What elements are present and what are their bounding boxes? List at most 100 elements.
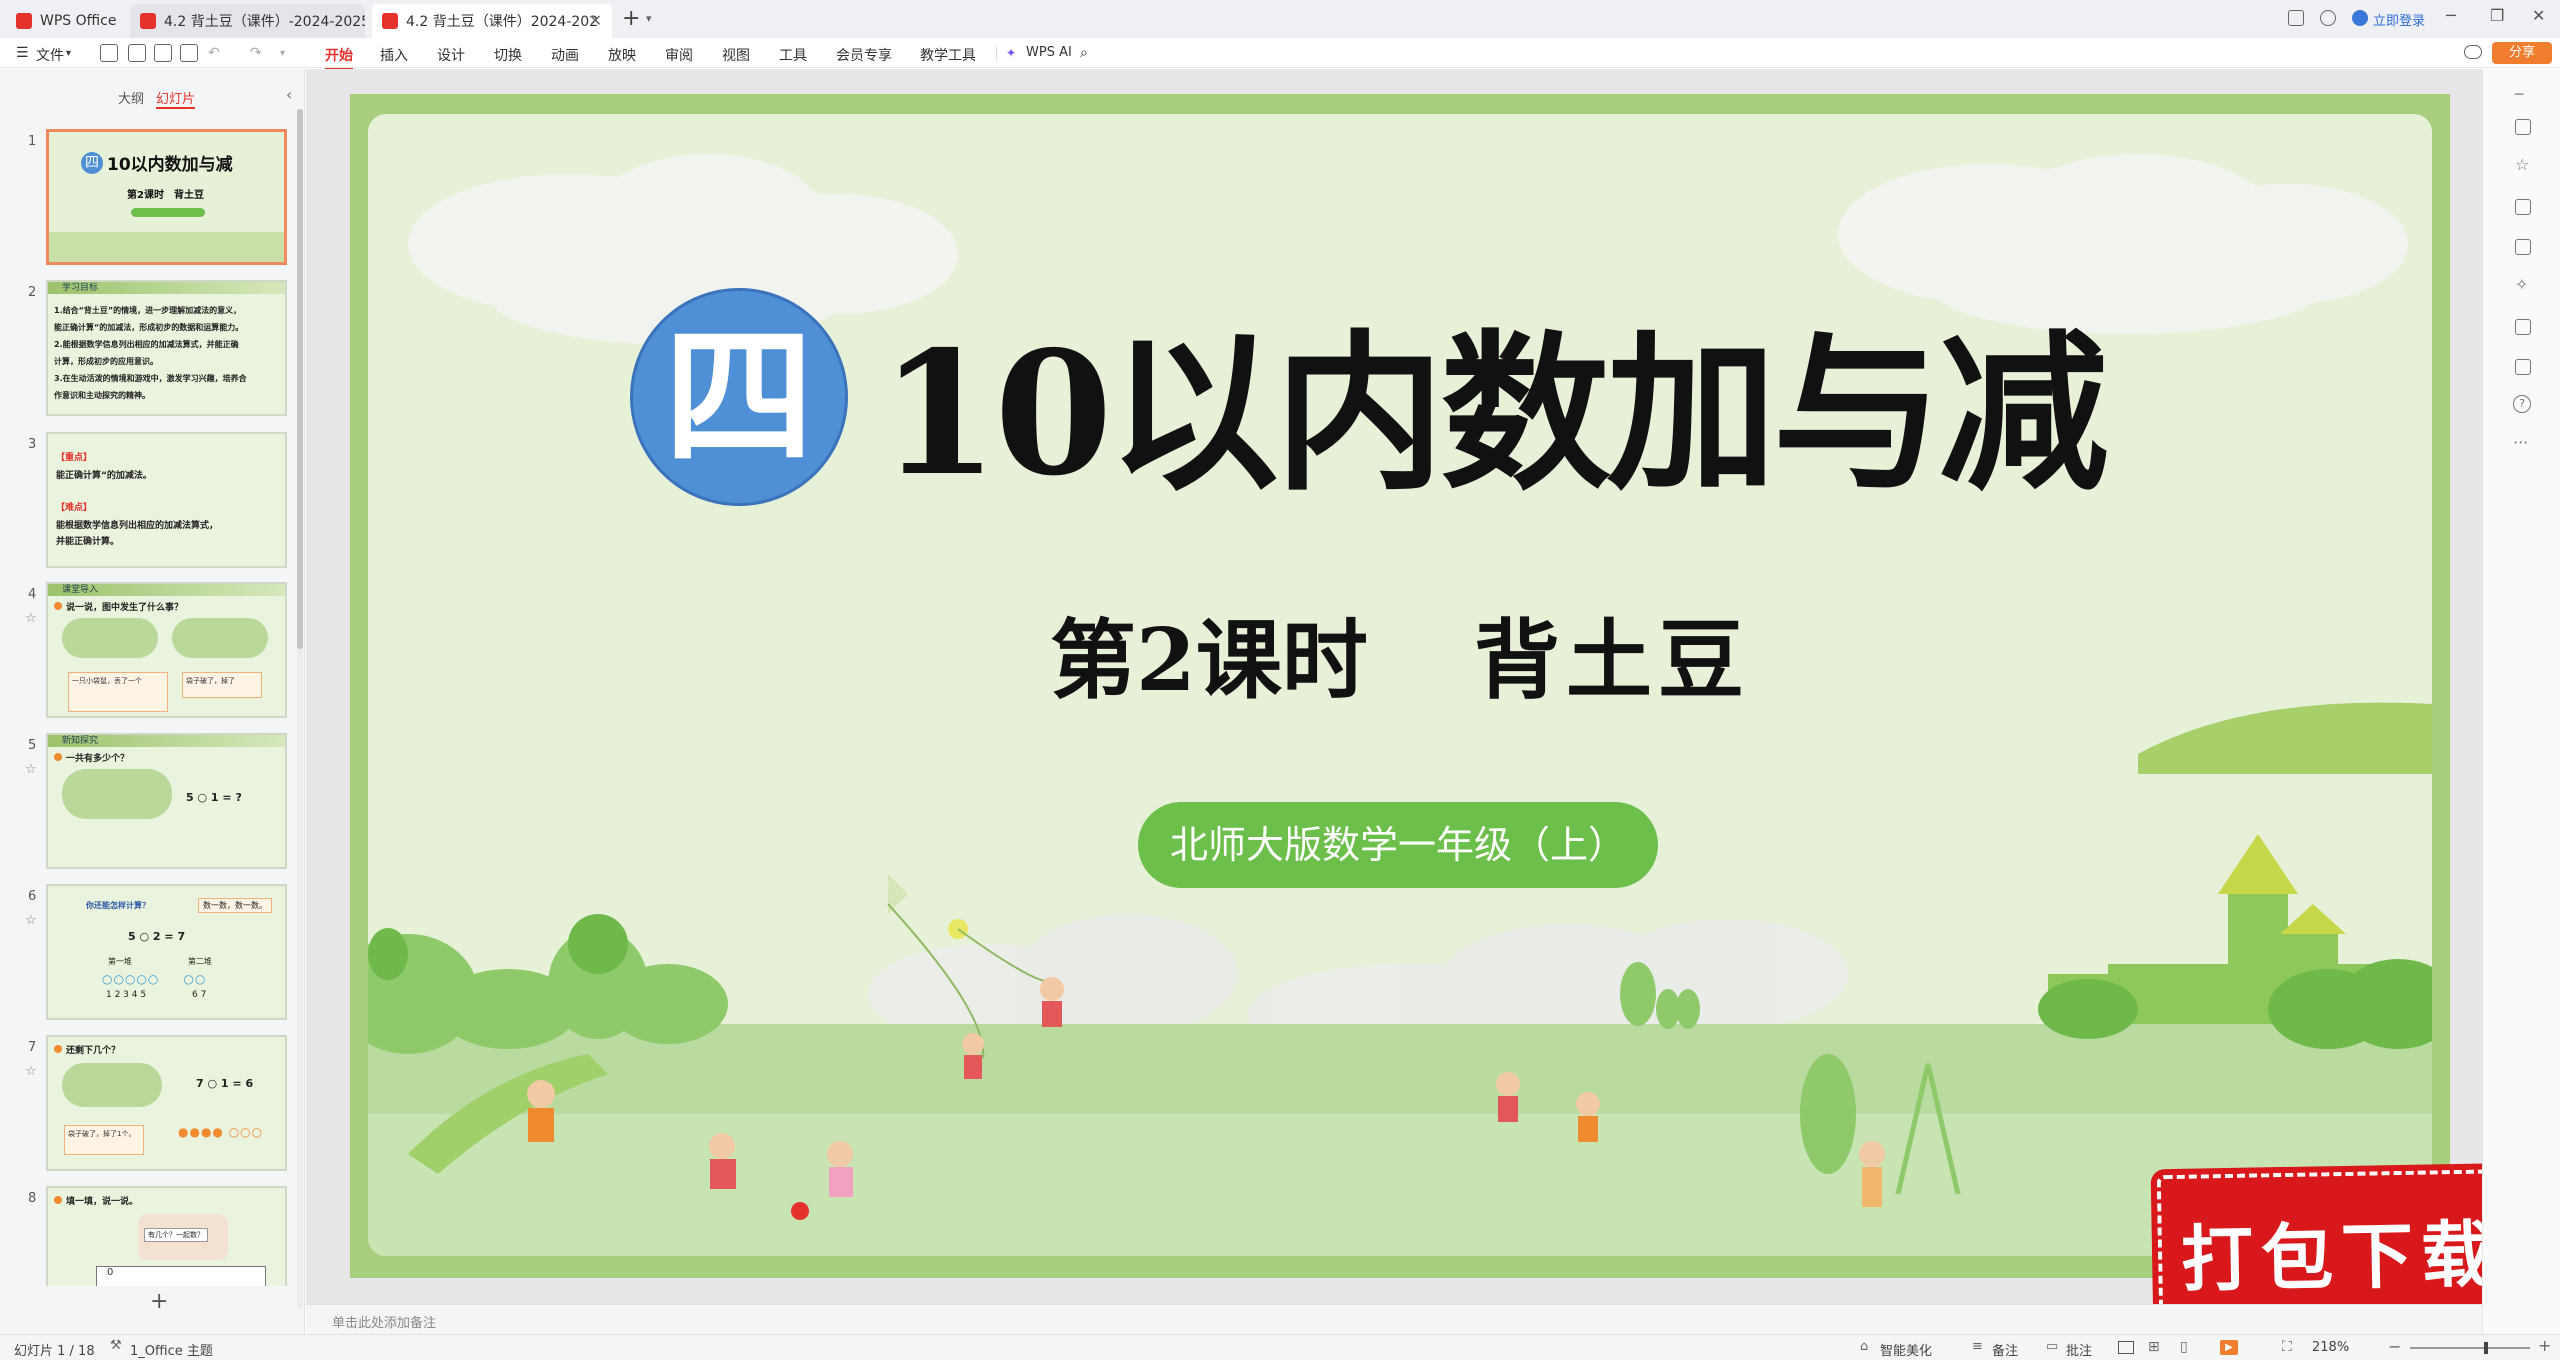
comments-button[interactable]: 批注 bbox=[2066, 1340, 2092, 1359]
menu-transition[interactable]: 切换 bbox=[494, 45, 522, 65]
star-icon[interactable]: ☆ bbox=[25, 762, 37, 777]
slide-thumbnail-1[interactable]: 四 10以内数加与减 第2课时 背土豆 bbox=[46, 129, 287, 265]
normal-view-icon[interactable] bbox=[2118, 1341, 2134, 1354]
play-icon[interactable]: ▶ bbox=[2220, 1340, 2238, 1355]
smart-beautify-button[interactable]: 智能美化 bbox=[1880, 1340, 1932, 1359]
export-icon[interactable] bbox=[128, 44, 146, 62]
menu-insert[interactable]: 插入 bbox=[380, 45, 408, 65]
add-slide-icon[interactable]: + bbox=[150, 1289, 168, 1314]
tab-label: WPS Office bbox=[40, 13, 117, 29]
star-icon[interactable]: ☆ bbox=[25, 1064, 37, 1079]
chevron-down-icon[interactable]: ▾ bbox=[646, 12, 652, 25]
slide-thumbnail-4[interactable]: 课堂导入 说一说，图中发生了什么事？ 一只小袋鼠，丢了一个 袋子破了，掉了 bbox=[46, 582, 287, 718]
file-menu[interactable]: 文件 bbox=[36, 45, 64, 65]
slide-number: 8 bbox=[28, 1191, 37, 1206]
zoom-out-icon[interactable]: − bbox=[2388, 1337, 2401, 1356]
slide-thumbnail-8[interactable]: 填一填，说一说。 有几个？一起数？ 0 bbox=[46, 1186, 287, 1286]
save-icon[interactable] bbox=[100, 44, 118, 62]
slide-thumbnail-7[interactable]: 还剩下几个？ 7 ○ 1 = 6 袋子破了，掉了1个。 ●●●● ○○○ bbox=[46, 1035, 287, 1171]
thumb-header: 新知探究 bbox=[48, 735, 285, 747]
minimize-icon[interactable]: ─ bbox=[2446, 6, 2456, 25]
star-icon[interactable]: ☆ bbox=[25, 611, 37, 626]
cube-icon[interactable] bbox=[2320, 10, 2336, 26]
star-icon[interactable]: ☆ bbox=[2515, 155, 2529, 174]
slide-number: 7 bbox=[28, 1040, 37, 1055]
thumbnail-scrollbar[interactable] bbox=[297, 109, 303, 1309]
close-window-icon[interactable]: ✕ bbox=[2532, 6, 2545, 25]
slide-thumbnail-2[interactable]: 学习目标 1.结合“背土豆”的情境，进一步理解加减法的意义， 能正确计算“的加减… bbox=[46, 280, 287, 416]
reading-view-icon[interactable]: ▯ bbox=[2180, 1339, 2188, 1355]
thumb-numbers: 6 7 bbox=[192, 990, 207, 1000]
menu-design[interactable]: 设计 bbox=[437, 45, 465, 65]
menu-animation[interactable]: 动画 bbox=[551, 45, 579, 65]
menu-member[interactable]: 会员专享 bbox=[836, 45, 892, 65]
bullet-icon bbox=[54, 1196, 62, 1204]
layout-icon[interactable] bbox=[2288, 10, 2304, 26]
menu-review[interactable]: 审阅 bbox=[665, 45, 693, 65]
slide-frame[interactable]: 四 10以内数加与减 第2课时 背土豆 北师大版数学一年级（上） bbox=[350, 94, 2450, 1278]
print-icon[interactable] bbox=[154, 44, 172, 62]
zoom-slider[interactable] bbox=[2410, 1342, 2530, 1354]
tab-document-active[interactable]: 4.2 背土豆（课件）2024-202 ✕ bbox=[372, 4, 612, 38]
chevron-down-icon[interactable]: ▾ bbox=[280, 48, 285, 59]
grid-view-icon[interactable]: ⊞ bbox=[2148, 1339, 2160, 1355]
properties-icon[interactable] bbox=[2515, 119, 2531, 135]
menu-tools[interactable]: 工具 bbox=[779, 45, 807, 65]
collapse-panel-icon[interactable]: ‹ bbox=[286, 85, 292, 104]
slide-number: 6 bbox=[28, 889, 37, 904]
edition-label: 北师大版数学一年级（上） bbox=[1169, 823, 1626, 867]
share-button[interactable]: 分享 bbox=[2492, 42, 2552, 64]
cloud-icon[interactable] bbox=[2464, 45, 2482, 59]
theme-name[interactable]: 1_Office 主题 bbox=[130, 1340, 213, 1359]
status-bar: 幻灯片 1 / 18 ⚒ 1_Office 主题 ⌂ 智能美化 ≡ 备注 ▭ 批… bbox=[0, 1334, 2560, 1360]
scrollbar-thumb[interactable] bbox=[297, 109, 303, 649]
menu-slideshow[interactable]: 放映 bbox=[608, 45, 636, 65]
thumb-equation: 7 ○ 1 = 6 bbox=[196, 1077, 254, 1090]
hamburger-icon[interactable]: ☰ bbox=[16, 45, 29, 61]
star-icon[interactable]: ☆ bbox=[25, 913, 37, 928]
chevron-down-icon[interactable]: ▾ bbox=[66, 48, 71, 59]
search-icon[interactable]: ⌕ bbox=[1080, 45, 1088, 61]
tab-wps-office[interactable]: WPS Office bbox=[6, 4, 126, 38]
download-stamp-label: 打包下载 bbox=[2180, 1211, 2502, 1302]
undo-icon[interactable]: ↶ bbox=[208, 45, 220, 61]
fit-icon[interactable]: ⛶ bbox=[2282, 1339, 2292, 1355]
slide-thumbnail-6[interactable]: 你还能怎样计算？ 数一数，数一数。 5 ○ 2 = 7 第一堆 第二堆 ○○○○… bbox=[46, 884, 287, 1020]
menu-teaching-tools[interactable]: 教学工具 bbox=[920, 45, 976, 65]
thumb-text-line: 1.结合“背土豆”的情境，进一步理解加减法的意义， bbox=[54, 306, 242, 315]
image-icon[interactable] bbox=[2515, 239, 2531, 255]
more-icon[interactable]: ··· bbox=[2513, 433, 2528, 452]
minimize-panel-icon[interactable]: ─ bbox=[2515, 87, 2523, 103]
login-link[interactable]: 立即登录 bbox=[2373, 10, 2425, 29]
tab-document-1[interactable]: 4.2 背土豆（课件）-2024-2025学年 bbox=[130, 4, 365, 38]
notes-button[interactable]: 备注 bbox=[1992, 1340, 2018, 1359]
slide-thumbnail-3[interactable]: 【重点】 能正确计算“的加减法。 【难点】 能根据数学信息列出相应的加减法算式，… bbox=[46, 432, 287, 568]
magic-icon[interactable]: ✧ bbox=[2515, 275, 2528, 294]
menu-home[interactable]: 开始 bbox=[325, 45, 353, 70]
zoom-slider-handle[interactable] bbox=[2484, 1342, 2488, 1354]
thumb-text-line: 2.能根据数学信息列出相应的加减法算式，并能正确 bbox=[54, 340, 239, 349]
thumb-pill bbox=[131, 208, 205, 217]
wps-ai-button[interactable]: WPS AI bbox=[1026, 45, 1072, 60]
tab-outline[interactable]: 大纲 bbox=[118, 88, 144, 107]
bullet-icon bbox=[54, 1045, 62, 1053]
redo-icon[interactable]: ↷ bbox=[250, 45, 262, 61]
copy-icon[interactable] bbox=[2515, 199, 2531, 215]
tab-slides[interactable]: 幻灯片 bbox=[156, 88, 196, 109]
wps-ai-icon: ✦ bbox=[1006, 46, 1017, 60]
notes-area[interactable]: 单击此处添加备注 bbox=[306, 1304, 2482, 1334]
print-preview-icon[interactable] bbox=[180, 44, 198, 62]
share-icon[interactable] bbox=[2515, 359, 2531, 375]
zoom-in-icon[interactable]: + bbox=[2538, 1336, 2551, 1355]
restore-icon[interactable]: ❐ bbox=[2490, 6, 2504, 25]
slide-thumbnail-5[interactable]: 新知探究 一共有多少个？ 5 ○ 1 = ? bbox=[46, 733, 287, 869]
book-icon[interactable] bbox=[2515, 319, 2531, 335]
thumb-key-text: 能正确计算“的加减法。 bbox=[56, 471, 152, 481]
close-tab-icon[interactable]: ✕ bbox=[589, 11, 602, 30]
new-tab-icon[interactable]: + bbox=[622, 6, 640, 31]
slide-number: 3 bbox=[28, 437, 37, 452]
help-icon[interactable]: ? bbox=[2513, 395, 2531, 413]
menu-view[interactable]: 视图 bbox=[722, 45, 750, 65]
zoom-level[interactable]: 218% bbox=[2312, 1340, 2349, 1355]
thumb-numbers: 1 2 3 4 5 bbox=[106, 990, 147, 1000]
